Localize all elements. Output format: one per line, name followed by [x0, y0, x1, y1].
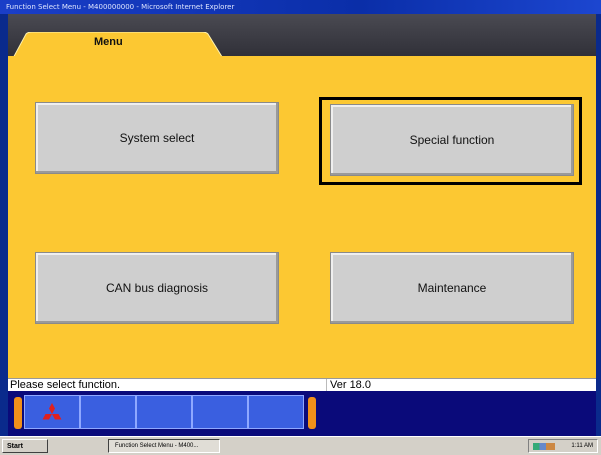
system-select-button[interactable]: System select	[35, 102, 279, 174]
toolbar-slot-4[interactable]	[192, 395, 248, 429]
function-panel: System select Special function CAN bus d…	[8, 56, 596, 378]
toolbar-slot-logo[interactable]	[24, 395, 80, 429]
tray-icons[interactable]	[533, 443, 555, 450]
start-label: Start	[7, 443, 23, 450]
toolbar-slot-3[interactable]	[136, 395, 192, 429]
maintenance-button[interactable]: Maintenance	[330, 252, 574, 324]
start-button[interactable]: Start	[2, 439, 48, 453]
window-title: Function Select Menu - M400000000 - Micr…	[0, 0, 601, 14]
taskbar-window-button[interactable]: Function Select Menu - M400...	[108, 439, 220, 453]
toolbar-slot-2[interactable]	[80, 395, 136, 429]
system-tray: 1:11 AM	[528, 439, 598, 453]
mitsubishi-logo-icon	[42, 403, 62, 420]
can-bus-diagnosis-label: CAN bus diagnosis	[105, 281, 209, 295]
special-function-button[interactable]: Special function	[330, 104, 574, 176]
clock: 1:11 AM	[571, 443, 593, 449]
app-window: Function Select Menu - M400000000 - Micr…	[0, 0, 601, 436]
status-bar: Please select function. Ver 18.0	[8, 378, 596, 392]
special-function-label: Special function	[409, 133, 495, 147]
toolbar-left-cap	[14, 397, 22, 429]
toolbar-slots	[24, 395, 304, 431]
can-bus-diagnosis-button[interactable]: CAN bus diagnosis	[35, 252, 279, 324]
taskbar-window-label: Function Select Menu - M400...	[115, 443, 199, 449]
tab-strip: Menu	[8, 14, 596, 60]
windows-taskbar: Start Function Select Menu - M400... 1:1…	[0, 436, 601, 455]
system-select-label: System select	[119, 131, 195, 145]
tab-menu-label: Menu	[94, 36, 123, 48]
toolbar-right-cap	[308, 397, 316, 429]
window-client: Menu System select Special function CAN …	[8, 14, 596, 436]
bottom-toolbar	[8, 391, 596, 436]
toolbar-slot-5[interactable]	[248, 395, 304, 429]
maintenance-label: Maintenance	[417, 281, 487, 295]
